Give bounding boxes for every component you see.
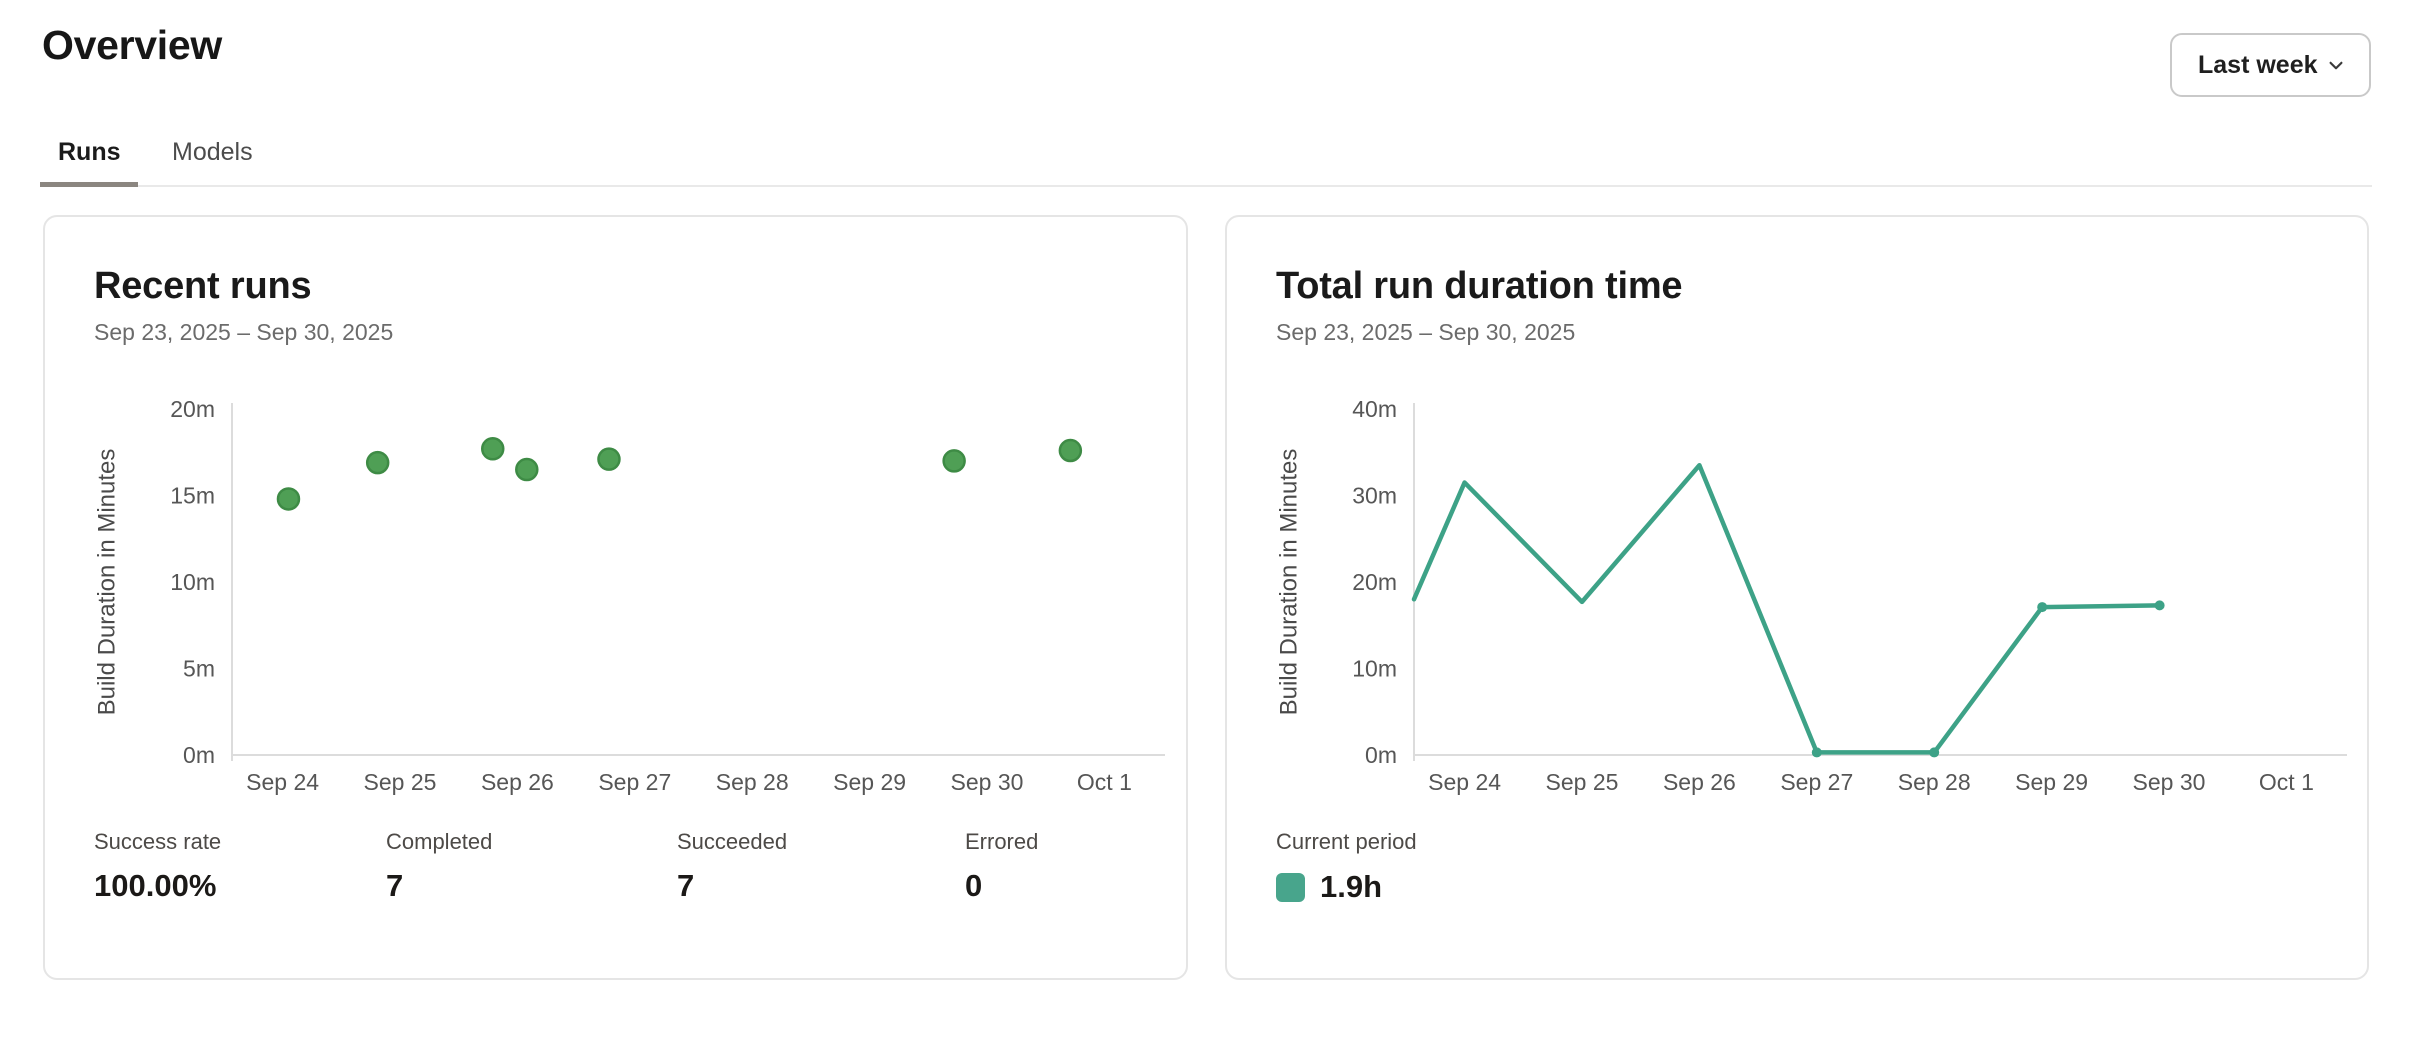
scatter-point xyxy=(944,450,965,471)
y-tick-label: 20m xyxy=(170,397,215,422)
recent-runs-card: Recent runs Sep 23, 2025 – Sep 30, 2025 … xyxy=(43,215,1188,980)
x-tick-label: Sep 24 xyxy=(1428,769,1501,795)
y-tick-label: 0m xyxy=(183,742,215,768)
chart-legend: Current period 1.9h xyxy=(1276,829,1417,905)
x-tick-label: Oct 1 xyxy=(1077,769,1132,795)
legend-color-swatch xyxy=(1276,873,1305,902)
stat-success-rate: Success rate 100.00% xyxy=(94,829,221,904)
x-tick-label: Sep 30 xyxy=(2133,769,2206,795)
page-title: Overview xyxy=(42,22,222,69)
stat-value: 7 xyxy=(386,868,492,904)
tabs-divider xyxy=(40,185,2372,187)
stat-label: Errored xyxy=(965,829,1038,855)
y-axis-title: Build Duration in Minutes xyxy=(1276,449,1303,716)
y-tick-label: 20m xyxy=(1352,569,1397,595)
stat-value: 100.00% xyxy=(94,868,221,904)
total-run-duration-line-chart: 0m 10m 20m 30m 40m Sep 24 Sep 25 Sep 26 Sep 27 Se… xyxy=(1227,397,2367,827)
x-tick-label: Sep 26 xyxy=(1663,769,1736,795)
legend-label: Current period xyxy=(1276,829,1417,855)
tab-models[interactable]: Models xyxy=(172,138,253,167)
y-tick-label: 0m xyxy=(1365,742,1397,768)
total-run-duration-card: Total run duration time Sep 23, 2025 – S… xyxy=(1225,215,2369,980)
tab-runs[interactable]: Runs xyxy=(58,138,121,167)
period-selector-button[interactable]: Last week xyxy=(2170,33,2371,97)
x-tick-label: Sep 29 xyxy=(833,769,906,795)
line-point-marker xyxy=(1929,747,1939,757)
total-run-duration-date-range: Sep 23, 2025 – Sep 30, 2025 xyxy=(1276,319,1575,346)
stat-succeeded: Succeeded 7 xyxy=(677,829,787,904)
period-selector-label: Last week xyxy=(2198,51,2318,80)
recent-runs-title: Recent runs xyxy=(94,265,311,308)
y-tick-label: 30m xyxy=(1352,483,1397,509)
scatter-point xyxy=(516,459,537,480)
stat-errored: Errored 0 xyxy=(965,829,1038,904)
x-tick-label: Sep 29 xyxy=(2015,769,2088,795)
line-point-marker xyxy=(1812,747,1822,757)
legend-value: 1.9h xyxy=(1320,869,1382,905)
chevron-down-icon xyxy=(2323,52,2349,78)
x-tick-label: Oct 1 xyxy=(2259,769,2314,795)
x-tick-label: Sep 28 xyxy=(716,769,789,795)
stat-value: 7 xyxy=(677,868,787,904)
x-tick-label: Sep 25 xyxy=(364,769,437,795)
x-tick-label: Sep 28 xyxy=(1898,769,1971,795)
scatter-point xyxy=(278,488,299,509)
scatter-point xyxy=(598,449,619,470)
line-point-marker xyxy=(2155,600,2165,610)
x-tick-label: Sep 25 xyxy=(1546,769,1619,795)
line-point-marker xyxy=(2037,602,2047,612)
stat-label: Success rate xyxy=(94,829,221,855)
y-tick-label: 40m xyxy=(1352,397,1397,422)
scatter-point xyxy=(482,438,503,459)
y-tick-label: 15m xyxy=(170,483,215,509)
total-run-duration-title: Total run duration time xyxy=(1276,265,1682,308)
stat-completed: Completed 7 xyxy=(386,829,492,904)
stat-value: 0 xyxy=(965,868,1038,904)
stat-label: Completed xyxy=(386,829,492,855)
stat-label: Succeeded xyxy=(677,829,787,855)
scatter-point xyxy=(367,452,388,473)
x-tick-label: Sep 26 xyxy=(481,769,554,795)
recent-runs-scatter-chart: 0m 5m 10m 15m 20m Sep 24 Sep 25 Sep 26 Sep 27 Sep… xyxy=(45,397,1185,827)
x-tick-label: Sep 27 xyxy=(1780,769,1853,795)
duration-line xyxy=(1414,465,2160,752)
active-tab-underline xyxy=(40,182,138,187)
x-tick-label: Sep 27 xyxy=(598,769,671,795)
y-tick-label: 5m xyxy=(183,656,215,682)
scatter-point xyxy=(1060,440,1081,461)
y-tick-label: 10m xyxy=(1352,656,1397,682)
y-tick-label: 10m xyxy=(170,569,215,595)
x-tick-label: Sep 24 xyxy=(246,769,319,795)
recent-runs-date-range: Sep 23, 2025 – Sep 30, 2025 xyxy=(94,319,393,346)
x-tick-label: Sep 30 xyxy=(951,769,1024,795)
y-axis-title: Build Duration in Minutes xyxy=(94,449,121,716)
